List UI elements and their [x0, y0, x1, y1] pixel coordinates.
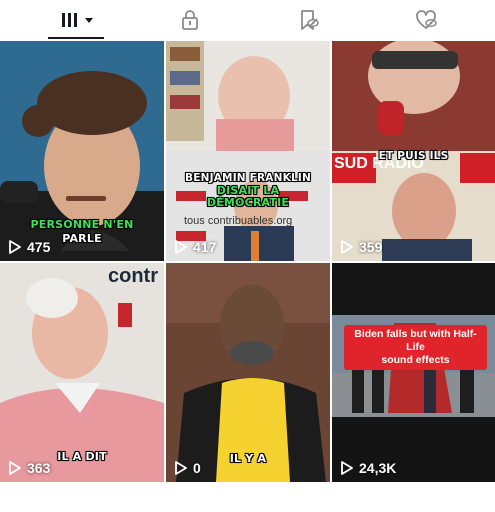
active-tab-indicator — [48, 37, 104, 39]
view-count: 24,3K — [340, 460, 396, 476]
play-icon — [175, 461, 187, 475]
grid-icon — [62, 13, 93, 27]
play-icon — [9, 240, 21, 254]
view-count: 475 — [8, 239, 50, 255]
video-caption: sound effects — [381, 354, 450, 366]
video-caption: DÉMOCRATIE — [206, 196, 290, 209]
tab-videos[interactable] — [48, 0, 104, 40]
bookmark-hidden-icon — [301, 10, 319, 30]
view-count: 359 — [340, 239, 382, 255]
lock-icon — [182, 10, 198, 30]
play-icon — [341, 240, 353, 254]
view-count-text: 417 — [193, 239, 217, 255]
video-caption: Biden falls but with Half-Life — [354, 328, 477, 353]
video-caption: IL Y A — [229, 452, 267, 465]
video-thumbnail[interactable]: BENJAMIN FRANKLIN DISAIT LA DÉMOCRATIE t… — [166, 41, 330, 261]
video-thumbnail[interactable]: IL Y A 0 — [166, 263, 330, 482]
tab-liked[interactable] — [406, 0, 446, 40]
view-count: 363 — [8, 460, 50, 476]
chevron-down-icon — [85, 18, 93, 23]
background-sign-text: contr — [108, 265, 158, 287]
view-count-text: 359 — [359, 239, 383, 255]
video-thumbnail-image — [332, 263, 495, 482]
tab-private[interactable] — [170, 0, 210, 40]
video-caption: PERSONNE N'EN — [30, 218, 134, 231]
video-caption-banner: Biden falls but with Half-Life sound eff… — [344, 325, 487, 370]
heart-hidden-icon — [416, 10, 437, 29]
profile-tab-bar — [0, 0, 495, 42]
play-icon — [341, 461, 353, 475]
background-sign-text: tous contribuables.org — [184, 215, 293, 227]
video-thumbnail[interactable]: PERSONNE N'EN PARLE 475 — [0, 41, 164, 261]
view-count-text: 0 — [193, 460, 201, 476]
view-count-text: 24,3K — [359, 460, 397, 476]
video-thumbnail-image — [166, 263, 330, 482]
video-thumbnail[interactable]: Biden falls but with Half-Life sound eff… — [332, 263, 495, 482]
video-caption: BENJAMIN FRANKLIN — [185, 172, 311, 184]
view-count: 417 — [174, 239, 216, 255]
tab-favorites[interactable] — [288, 0, 328, 40]
video-thumbnail[interactable]: SUD RADIO ET PUIS ILS 359 — [332, 41, 495, 261]
play-icon — [175, 240, 187, 254]
video-thumbnail[interactable]: contr IL A DIT 363 — [0, 263, 164, 482]
video-thumbnail-image — [166, 41, 330, 261]
page-bottom — [0, 482, 495, 512]
view-count-text: 363 — [27, 460, 51, 476]
view-count: 0 — [174, 460, 201, 476]
view-count-text: 475 — [27, 239, 51, 255]
play-icon — [9, 461, 21, 475]
video-caption: ET PUIS ILS — [378, 150, 449, 162]
video-grid: PERSONNE N'EN PARLE 475 BENJAMIN FRANKLI… — [0, 41, 495, 482]
